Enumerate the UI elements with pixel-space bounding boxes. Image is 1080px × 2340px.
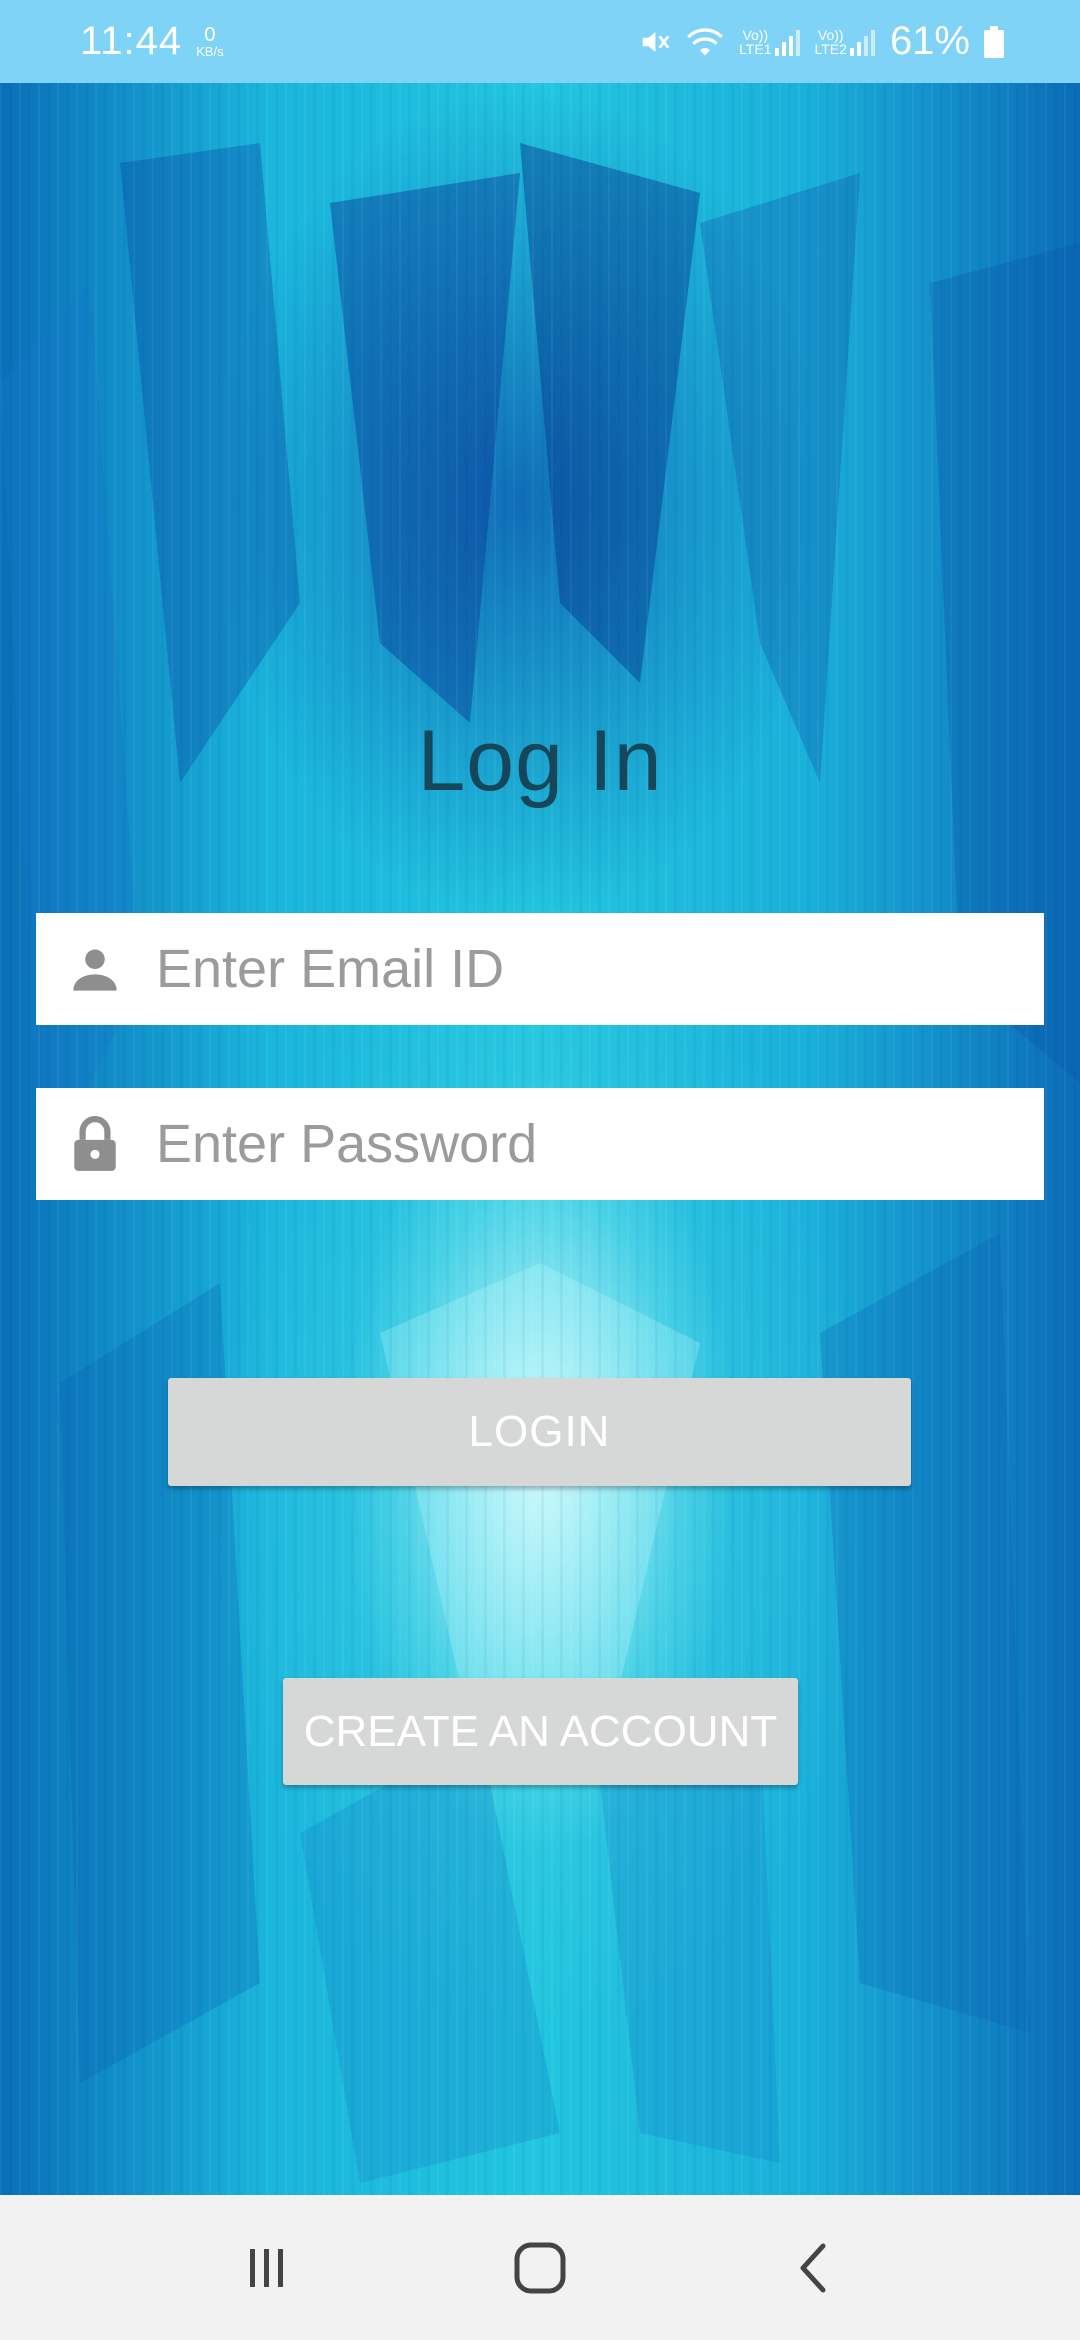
email-input[interactable] <box>156 938 976 1000</box>
sim1-label-bottom: LTE1 <box>739 40 772 57</box>
home-icon[interactable] <box>500 2228 580 2308</box>
battery-icon <box>984 25 1004 58</box>
sim2-label-bottom: LTE2 <box>814 40 847 57</box>
signal-icon <box>849 29 875 56</box>
signal-icon <box>774 29 800 56</box>
mute-icon <box>637 25 671 59</box>
create-account-button[interactable]: CREATE AN ACCOUNT <box>283 1678 798 1785</box>
password-field[interactable] <box>36 1088 1044 1200</box>
net-speed-unit: KB/s <box>196 44 224 59</box>
page-title: Log In <box>417 713 663 809</box>
net-speed: 0 KB/s <box>196 25 223 58</box>
status-time: 11:44 <box>80 19 183 63</box>
sim1-signal: Vo)) LTE1 <box>739 28 800 56</box>
lock-icon <box>69 1116 121 1171</box>
status-bar: 11:44 0 KB/s Vo)) LTE1 Vo)) LTE2 61% <box>0 0 1080 83</box>
sim1-label-top: Vo)) <box>742 26 769 43</box>
wifi-icon <box>685 25 725 59</box>
login-button[interactable]: LOGIN <box>168 1378 911 1486</box>
recents-icon[interactable] <box>227 2228 307 2308</box>
email-field[interactable] <box>36 913 1044 1025</box>
back-icon[interactable] <box>773 2228 853 2308</box>
battery-percent: 61% <box>889 19 970 63</box>
person-icon <box>69 943 121 995</box>
password-input[interactable] <box>156 1113 976 1175</box>
sim2-signal: Vo)) LTE2 <box>815 28 876 56</box>
navigation-bar <box>0 2195 1080 2340</box>
sim2-label-top: Vo)) <box>817 26 844 43</box>
net-speed-value: 0 <box>204 24 216 46</box>
